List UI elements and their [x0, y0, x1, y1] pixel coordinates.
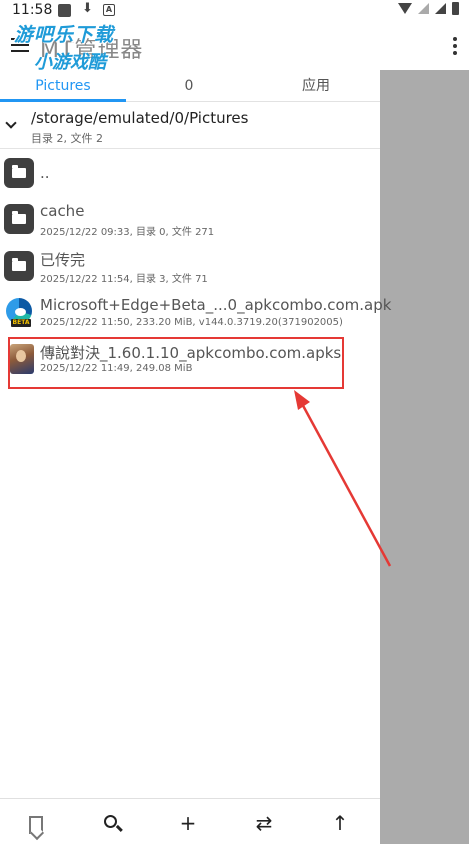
file-row-edge-apk[interactable]: BETA Microsoft+Edge+Beta_...0_apkcombo.c…: [0, 290, 391, 336]
more-options-icon[interactable]: [453, 37, 457, 55]
bottom-toolbar: + ⇄ ↑: [0, 798, 380, 844]
signal-icon: [418, 3, 429, 14]
path-summary: 目录 2, 文件 2: [31, 132, 103, 145]
a-badge-icon: A: [103, 4, 115, 16]
wifi-icon: [398, 3, 412, 14]
notification-icon: [58, 4, 71, 17]
current-path: /storage/emulated/0/Pictures: [31, 109, 249, 127]
file-name: ..: [40, 164, 50, 182]
file-name: 已传完: [40, 251, 86, 269]
app-title: MT管理器: [40, 38, 144, 63]
file-meta: 2025/12/22 11:54, 目录 3, 文件 71: [40, 274, 208, 285]
tab-pictures[interactable]: Pictures: [0, 70, 126, 102]
tab-bar: Pictures 0 应用: [0, 70, 380, 102]
up-icon[interactable]: ↑: [330, 813, 350, 833]
add-icon[interactable]: +: [178, 813, 198, 833]
folder-icon: [4, 158, 34, 188]
folder-icon: [4, 251, 34, 281]
beta-tag: BETA: [11, 319, 31, 327]
edge-beta-icon: BETA: [4, 298, 34, 328]
active-tab-indicator: [0, 99, 126, 102]
file-name: cache: [40, 202, 85, 220]
screen: 11:58 ⬇ A MT管理器 游吧乐下载 小游戏酷 Pictures 0 应用…: [0, 0, 469, 844]
folder-icon: [4, 204, 34, 234]
download-icon: ⬇: [82, 1, 93, 16]
swap-icon[interactable]: ⇄: [254, 813, 274, 833]
search-icon[interactable]: [104, 815, 117, 828]
signal-icon-2: [435, 3, 446, 14]
path-bar[interactable]: /storage/emulated/0/Pictures 目录 2, 文件 2: [0, 103, 380, 149]
highlight-box: [8, 337, 344, 389]
file-row-cache[interactable]: cache 2025/12/22 09:33, 目录 0, 文件 271: [0, 196, 380, 242]
file-meta: 2025/12/22 09:33, 目录 0, 文件 271: [40, 227, 215, 238]
app-bar: MT管理器 游吧乐下载 小游戏酷: [0, 22, 469, 73]
chevron-down-icon[interactable]: [5, 117, 17, 129]
file-meta: 2025/12/22 11:50, 233.20 MiB, v144.0.371…: [40, 317, 343, 328]
menu-icon[interactable]: [11, 38, 29, 52]
tab-apps[interactable]: 应用: [252, 70, 380, 102]
status-time: 11:58: [12, 2, 53, 18]
file-panel: Pictures 0 应用 /storage/emulated/0/Pictur…: [0, 70, 391, 844]
bookmark-icon[interactable]: [29, 816, 43, 834]
file-row-parent[interactable]: ..: [0, 150, 380, 196]
battery-icon: [452, 2, 459, 15]
file-row-uploaded[interactable]: 已传完 2025/12/22 11:54, 目录 3, 文件 71: [0, 243, 380, 289]
status-icons: [398, 2, 459, 15]
file-name: Microsoft+Edge+Beta_...0_apkcombo.com.ap…: [40, 296, 392, 314]
status-bar: 11:58 ⬇ A: [0, 0, 469, 22]
tab-0[interactable]: 0: [126, 70, 252, 102]
